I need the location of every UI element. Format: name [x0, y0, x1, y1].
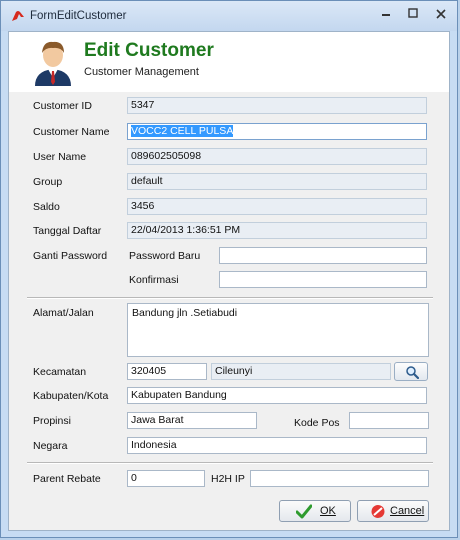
customer-id-label: Customer ID [33, 100, 92, 112]
kecamatan-label: Kecamatan [33, 366, 87, 378]
cancel-icon [371, 505, 385, 518]
app-logo-icon [12, 11, 24, 21]
alamat-label: Alamat/Jalan [33, 307, 94, 319]
customer-name-value: VOCC2 CELL PULSA [131, 125, 234, 137]
negara-label: Negara [33, 440, 68, 452]
section-divider-2 [27, 462, 433, 464]
kabupaten-input[interactable]: Kabupaten Bandung [127, 387, 427, 404]
close-icon [436, 9, 446, 19]
password-baru-label: Password Baru [129, 250, 201, 262]
parent-rebate-input[interactable]: 0 [127, 470, 205, 487]
customer-name-label: Customer Name [33, 126, 110, 138]
saldo-field: 3456 [127, 198, 427, 215]
group-field: default [127, 173, 427, 190]
kode-pos-input[interactable] [349, 412, 429, 429]
page-subtitle: Customer Management [84, 66, 199, 78]
section-divider [27, 297, 433, 299]
tanggal-daftar-field: 22/04/2013 1:36:51 PM [127, 222, 427, 239]
konfirmasi-label: Konfirmasi [129, 274, 179, 286]
ganti-password-label: Ganti Password [33, 250, 108, 262]
minimize-button[interactable] [373, 5, 399, 23]
minimize-icon [382, 14, 390, 16]
propinsi-input[interactable]: Jawa Barat [127, 412, 257, 429]
user-avatar-icon [35, 41, 71, 86]
form-body: Edit Customer Customer Management Custom… [8, 31, 450, 531]
tanggal-daftar-label: Tanggal Daftar [33, 225, 102, 237]
form-header: Edit Customer Customer Management [9, 32, 449, 92]
konfirmasi-input[interactable] [219, 271, 427, 288]
ok-button[interactable]: OK [279, 500, 351, 522]
h2h-ip-input[interactable] [250, 470, 429, 487]
close-button[interactable] [428, 5, 454, 23]
kode-pos-label: Kode Pos [294, 417, 340, 429]
cancel-button-label: Cancel [390, 505, 425, 517]
group-label: Group [33, 176, 63, 188]
maximize-button[interactable] [400, 5, 426, 23]
customer-id-field: 5347 [127, 97, 427, 114]
window-title: FormEditCustomer [30, 10, 127, 22]
customer-name-input[interactable]: VOCC2 CELL PULSA [127, 123, 427, 140]
negara-input[interactable]: Indonesia [127, 437, 427, 454]
page-title: Edit Customer [84, 40, 214, 61]
user-name-field: 089602505098 [127, 148, 427, 165]
search-icon [406, 366, 419, 379]
saldo-label: Saldo [33, 201, 60, 213]
h2h-ip-label: H2H IP [211, 473, 245, 485]
parent-rebate-label: Parent Rebate [33, 473, 101, 485]
propinsi-label: Propinsi [33, 415, 71, 427]
password-baru-input[interactable] [219, 247, 427, 264]
kecamatan-search-button[interactable] [394, 362, 428, 381]
checkmark-icon [296, 504, 312, 519]
maximize-icon [408, 8, 418, 18]
user-name-label: User Name [33, 151, 87, 163]
ok-button-label: OK [320, 505, 336, 517]
kecamatan-name-field: Cileunyi [211, 363, 391, 380]
alamat-textarea[interactable]: Bandung jln .Setiabudi [127, 303, 429, 357]
kecamatan-code-input[interactable]: 320405 [127, 363, 207, 380]
kabupaten-label: Kabupaten/Kota [33, 390, 109, 402]
title-bar[interactable]: FormEditCustomer [1, 1, 457, 31]
cancel-button[interactable]: Cancel [357, 500, 429, 522]
form-edit-customer-window: FormEditCustomer Edit Customer Customer … [0, 0, 458, 538]
